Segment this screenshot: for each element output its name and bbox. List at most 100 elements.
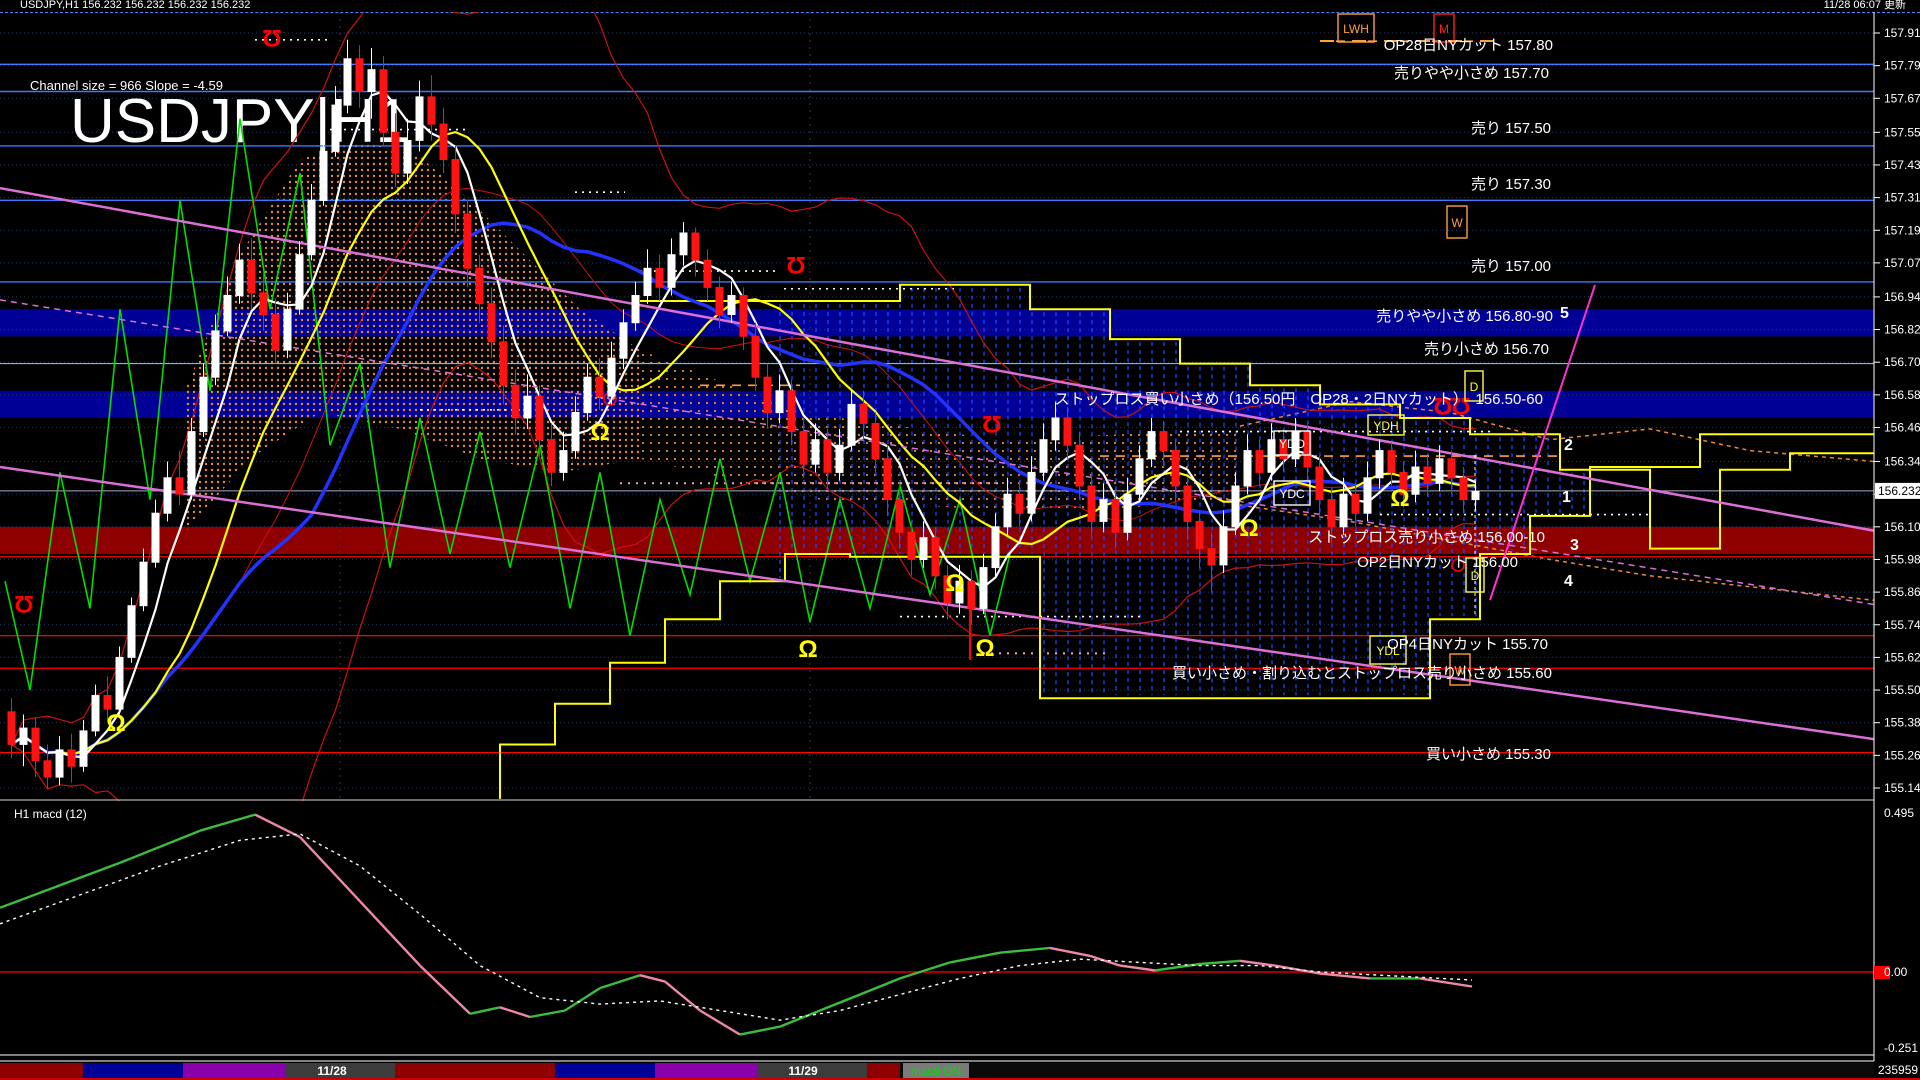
macd-signal-line [0, 834, 1472, 1020]
level-annotation[interactable]: OP4日NYカット 155.70 [1387, 636, 1548, 653]
buy-signal-icon[interactable]: Ω [590, 419, 609, 446]
trading-app-window: USDJPY,H1 156.232 156.232 156.232 156.23… [0, 0, 1920, 1080]
level-annotation[interactable]: 売りやや小さめ 156.80-90 [1376, 308, 1553, 325]
level-annotation[interactable]: 買い小さめ 155.30 [1426, 746, 1551, 763]
price-axis-label: 155.860 [1884, 585, 1920, 599]
candle-body [464, 214, 471, 268]
timeline-segment[interactable] [655, 1063, 757, 1078]
level-annotation[interactable]: 売り 157.30 [1471, 176, 1551, 193]
candle-body [188, 432, 195, 495]
macd-main-line-segment [1120, 966, 1155, 971]
candle-body [1244, 451, 1251, 486]
level-annotation[interactable]: 売り小さめ 156.70 [1424, 341, 1549, 358]
price-axis-label: 156.585 [1884, 388, 1920, 402]
candle-body [1112, 500, 1119, 533]
level-annotation[interactable]: 売り 157.50 [1471, 120, 1551, 137]
level-annotation[interactable]: 売りやや小さめ 157.70 [1394, 65, 1549, 82]
timeline-segment[interactable] [395, 1063, 555, 1078]
level-annotation[interactable]: OP2日NYカット 156.00 [1357, 554, 1518, 571]
candle-body [932, 538, 939, 576]
timeline-segment[interactable] [83, 1063, 183, 1078]
candle-body [320, 151, 327, 200]
candle-body [836, 445, 843, 472]
candle-body [716, 287, 723, 314]
timeline-segment[interactable] [867, 1063, 900, 1078]
sell-signal-icon[interactable]: Ω [14, 590, 33, 617]
macd-main-line-segment [740, 1027, 780, 1035]
level-annotation[interactable]: 売り 157.00 [1471, 258, 1551, 275]
candle-body [1184, 486, 1191, 521]
buy-signal-icon[interactable]: Ω [1239, 515, 1258, 542]
candle-body [1208, 549, 1215, 565]
timeline-segment[interactable] [183, 1063, 285, 1078]
candle-body [104, 696, 111, 710]
price-axis-label: 155.260 [1884, 748, 1920, 762]
main-chart[interactable]: USDJPY|H1 Channel size = 966 Slope = -4.… [0, 0, 1920, 1080]
price-axis-label: 156.705 [1884, 355, 1920, 369]
macd-zero-label: 0.00 [1884, 965, 1908, 979]
candle-body [1460, 478, 1467, 500]
sell-signal-icon[interactable]: Ω [982, 410, 1001, 437]
buy-signal-icon[interactable]: Ω [106, 710, 125, 737]
buy-signal-icon[interactable]: Ω [798, 636, 817, 663]
tag-box-label: YDC [1279, 487, 1305, 501]
sell-signal-icon[interactable]: Ω [786, 251, 805, 278]
candle-body [920, 538, 927, 560]
candle-body [620, 323, 627, 358]
wave-count-marker[interactable]: 4 [1564, 573, 1573, 590]
wave-count-marker[interactable]: 2 [1564, 437, 1573, 454]
macd-main-line-segment [1200, 961, 1240, 964]
macd-main-line-segment [640, 975, 665, 981]
candle-body [488, 304, 495, 342]
candle-body [584, 377, 591, 412]
macd-axis-label: 0.495 [1884, 806, 1914, 820]
macd-main-line-segment [530, 1011, 565, 1018]
price-axis-label: 157.915 [1884, 26, 1920, 40]
candle-body [680, 233, 687, 255]
candle-body [1472, 491, 1479, 499]
candle-body [632, 296, 639, 323]
candle-body [140, 562, 147, 606]
candle-body [548, 440, 555, 473]
timeline-segment[interactable] [900, 1063, 1874, 1078]
price-axis-label: 155.500 [1884, 683, 1920, 697]
candle-body [608, 358, 615, 396]
candle-body [1448, 459, 1455, 478]
macd-main-line-segment [950, 953, 1000, 963]
candle-body [968, 581, 975, 608]
candle-body [524, 396, 531, 418]
buy-signal-icon[interactable]: Ω [1390, 485, 1409, 512]
level-annotation[interactable]: ストップロス売り小さめ 156.00-10 [1308, 529, 1545, 546]
level-annotation[interactable]: ストップロス買い小さめ（156.50円 OP28・2日NYカット） 156.50… [1055, 391, 1543, 408]
candle-body [788, 391, 795, 432]
macd-main-line-segment [820, 995, 860, 1011]
price-axis[interactable]: 157.915157.795157.675157.550157.430157.3… [1874, 12, 1920, 1077]
price-axis-label: 155.140 [1884, 781, 1920, 795]
level-annotation[interactable]: 買い小さめ・割り込むとストップロス売り小さめ 155.60 [1172, 665, 1552, 682]
macd-main-line-segment [665, 982, 700, 1011]
timeline-segment[interactable] [555, 1063, 655, 1078]
level-annotation[interactable]: OP28日NYカット 157.80 [1384, 37, 1553, 54]
candle-body [692, 233, 699, 260]
candle-body [1088, 486, 1095, 521]
candle-body [872, 423, 879, 458]
candle-body [848, 404, 855, 445]
wave-count-marker[interactable]: 5 [1560, 305, 1569, 322]
wave-count-marker[interactable]: 3 [1570, 537, 1579, 554]
candle-body [1160, 432, 1167, 451]
candle-body [1316, 467, 1323, 500]
buy-signal-icon[interactable]: Ω [945, 570, 964, 597]
macd-main-line-segment [0, 885, 60, 908]
candle-body [644, 268, 651, 295]
candle-body [752, 336, 759, 377]
buy-signal-icon[interactable]: Ω [975, 635, 994, 662]
candle-body [8, 712, 15, 745]
candle-body [764, 377, 771, 412]
candle-body [452, 160, 459, 214]
tag-box-label: YDH [1373, 419, 1398, 433]
timeline-segment[interactable] [0, 1063, 83, 1078]
candle-body [404, 141, 411, 174]
sell-signal-icon[interactable]: Ω [262, 24, 281, 51]
wave-count-marker[interactable]: 1 [1562, 489, 1571, 506]
timeline-bar[interactable]: 11/2811/29macd ON [0, 800, 1920, 1079]
